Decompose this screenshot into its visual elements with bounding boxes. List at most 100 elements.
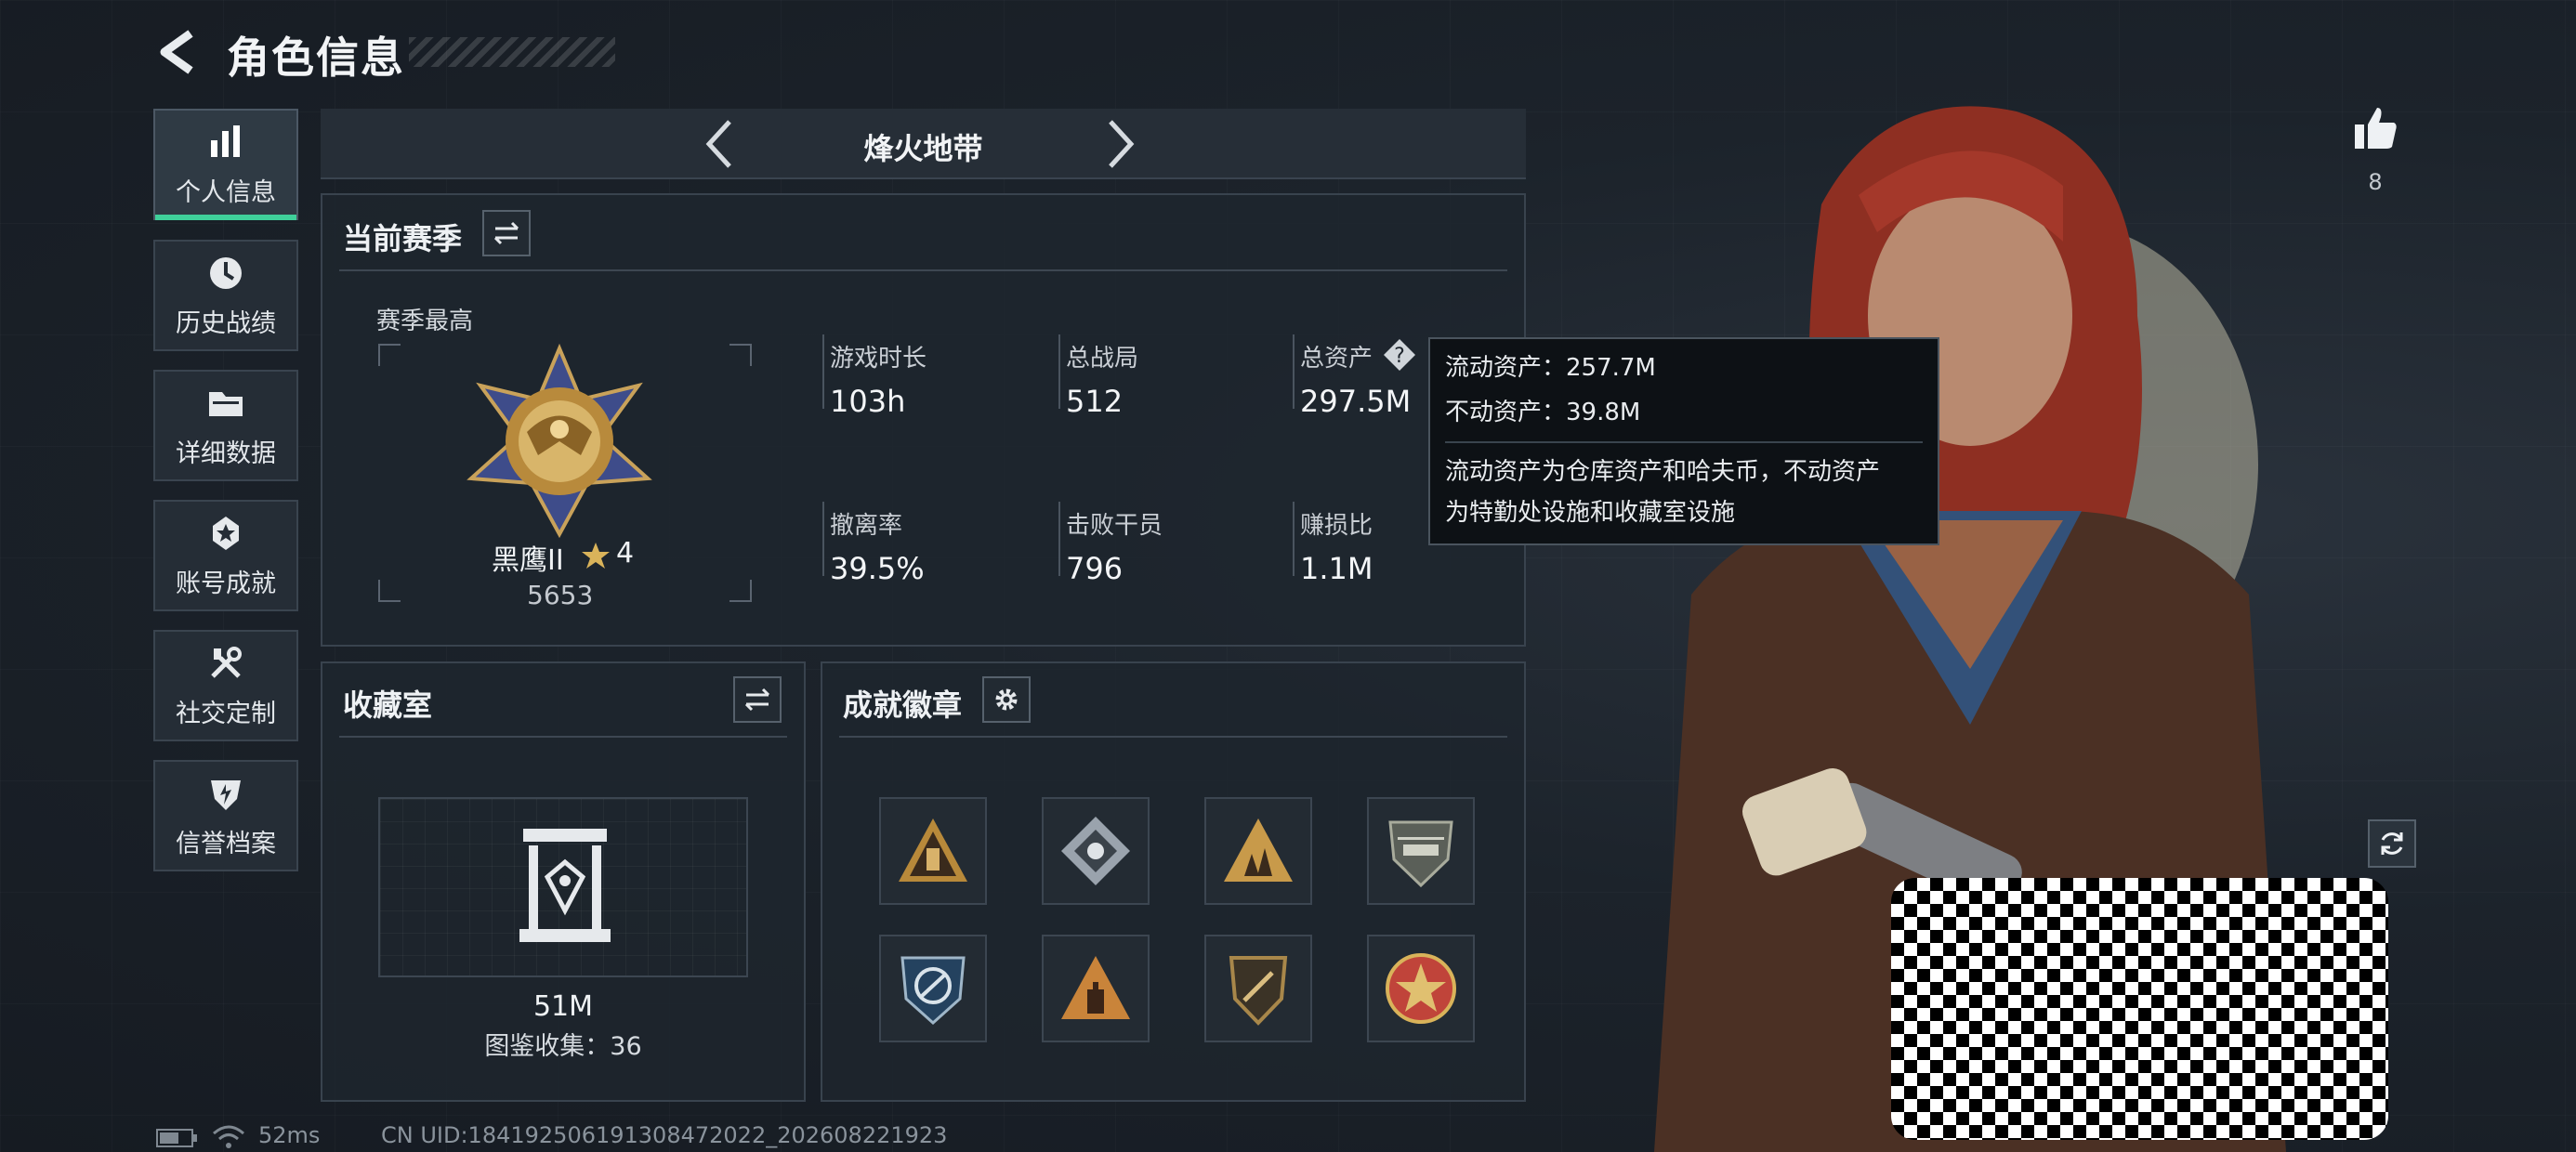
refresh-icon xyxy=(2381,832,2403,855)
panel-divider xyxy=(839,736,1507,738)
helicopter-shield-badge-icon xyxy=(1388,820,1453,888)
tooltip-liquid-assets: 流动资产：257.7M xyxy=(1445,354,1656,382)
achievement-badge[interactable] xyxy=(879,935,987,1042)
collection-panel: 收藏室 51M 图鉴收集：36 xyxy=(321,661,806,1102)
blue-shield-badge-icon xyxy=(900,956,966,1026)
stat-label: 赚损比 xyxy=(1300,512,1373,540)
nav-item-achievements[interactable]: 账号成就 xyxy=(153,500,298,611)
stat-divider xyxy=(1058,334,1060,409)
nav-label: 社交定制 xyxy=(176,699,276,728)
stat-value: 297.5M xyxy=(1300,384,1412,419)
nav-label: 个人信息 xyxy=(176,177,276,207)
bar-chart-icon xyxy=(211,124,240,157)
stat-divider xyxy=(1293,334,1295,409)
triangle-badge-icon xyxy=(899,818,967,882)
nav-label: 历史战绩 xyxy=(176,308,276,338)
tooltip-description: 为特勤处设施和收藏室设施 xyxy=(1445,499,1736,527)
rank-stars: 4 xyxy=(616,537,635,569)
achievement-badge[interactable] xyxy=(1204,797,1312,905)
achievement-badge[interactable] xyxy=(1042,797,1150,905)
svg-text:?: ? xyxy=(1394,345,1405,368)
rank-name: 黑鹰II xyxy=(492,544,564,577)
collection-value: 51M xyxy=(532,990,594,1023)
triangle-soldiers-badge-icon xyxy=(1224,818,1293,882)
stat-divider xyxy=(822,502,824,576)
achievement-badge[interactable] xyxy=(879,797,987,905)
stat-label: 击败干员 xyxy=(1066,512,1163,540)
nav-item-detail-data[interactable]: 详细数据 xyxy=(153,370,298,481)
total-assets-help-icon[interactable]: ? xyxy=(1382,337,1417,373)
star-icon xyxy=(582,543,610,569)
stat-divider xyxy=(1058,502,1060,576)
total-assets-tooltip: 流动资产：257.7M 不动资产：39.8M 流动资产为仓库资产和哈夫币，不动资… xyxy=(1428,337,1939,545)
like-count: 8 xyxy=(2368,169,2383,195)
vault-icon xyxy=(519,829,611,942)
frame-corner xyxy=(729,344,752,366)
tooltip-divider xyxy=(1445,441,1923,443)
gold-shield-badge-icon xyxy=(1229,956,1288,1026)
nav-item-history[interactable]: 历史战绩 xyxy=(153,240,298,351)
stat-value: 39.5% xyxy=(830,551,925,586)
nav-item-social[interactable]: 社交定制 xyxy=(153,630,298,741)
tooltip-description: 流动资产为仓库资产和哈夫币，不动资产 xyxy=(1445,458,1881,486)
achievement-settings-button[interactable] xyxy=(982,676,1031,723)
panel-title: 成就徽章 xyxy=(843,687,963,723)
thumbs-up-icon[interactable] xyxy=(2351,104,2399,152)
player-uid: CN UID:18419250619130847202​2_2026082219… xyxy=(381,1122,948,1148)
switch-collection-button[interactable] xyxy=(733,676,782,723)
panel-title: 当前赛季 xyxy=(343,221,463,256)
nav-label: 信誉档案 xyxy=(176,829,276,858)
nav-label: 详细数据 xyxy=(176,439,276,468)
panel-title: 收藏室 xyxy=(343,687,433,723)
wifi-icon xyxy=(213,1125,244,1148)
panel-divider xyxy=(339,269,1507,271)
rank-points: 5653 xyxy=(527,580,594,610)
ping-readout: 52ms xyxy=(258,1122,321,1148)
stat-value: 512 xyxy=(1066,384,1124,419)
battery-icon xyxy=(156,1129,197,1147)
stat-divider xyxy=(822,334,824,409)
stat-label: 游戏时长 xyxy=(830,345,927,373)
achievement-badge[interactable] xyxy=(1367,935,1475,1042)
censor-overlay xyxy=(1891,878,2388,1140)
frame-corner xyxy=(729,580,752,602)
achievement-badge[interactable] xyxy=(1204,935,1312,1042)
achievement-badge[interactable] xyxy=(1367,797,1475,905)
stat-divider xyxy=(1293,502,1295,576)
refresh-button[interactable] xyxy=(2368,819,2416,868)
stat-label: 总资产 xyxy=(1300,345,1373,373)
medal-icon xyxy=(213,516,239,550)
frame-corner xyxy=(378,344,401,366)
nav-label: 账号成就 xyxy=(176,569,276,598)
diamond-badge-icon xyxy=(1061,817,1130,885)
frame-corner xyxy=(378,580,401,602)
tooltip-fixed-assets: 不动资产：39.8M xyxy=(1445,399,1641,426)
stat-label: 撤离率 xyxy=(830,512,903,540)
stat-value: 103h xyxy=(830,384,906,419)
stat-value: 796 xyxy=(1066,551,1124,586)
nav-item-personal-info[interactable]: 个人信息 xyxy=(153,109,298,220)
title-decoration xyxy=(409,37,615,67)
panel-divider xyxy=(339,736,787,738)
nav-item-reputation[interactable]: 信誉档案 xyxy=(153,760,298,871)
rank-emblem-icon xyxy=(467,344,652,539)
clock-icon xyxy=(210,256,242,289)
stat-label: 总战局 xyxy=(1066,345,1139,373)
achievement-badge[interactable] xyxy=(1042,935,1150,1042)
tools-icon xyxy=(211,646,242,678)
swap-icon xyxy=(744,687,770,712)
star-emblem-badge-icon xyxy=(1386,953,1456,1024)
next-season-arrow-icon[interactable] xyxy=(1105,118,1137,170)
achievements-panel: 成就徽章 xyxy=(821,661,1526,1102)
gear-icon xyxy=(995,688,1018,711)
switch-season-button[interactable] xyxy=(482,210,531,256)
swap-icon xyxy=(493,221,519,245)
catalog-count: 图鉴收集：36 xyxy=(484,1032,642,1061)
page-title: 角色信息 xyxy=(227,33,405,83)
back-arrow-icon[interactable] xyxy=(153,26,205,78)
season-name: 烽火地带 xyxy=(863,131,983,166)
stat-value: 1.1M xyxy=(1300,551,1373,586)
season-selector: 烽火地带 xyxy=(321,109,1526,179)
current-season-panel: 当前赛季 赛季最高 黑鹰II 4 5653 游戏时长 103h 总战局 512 … xyxy=(321,193,1526,647)
hand-triangle-badge-icon xyxy=(1061,956,1130,1019)
